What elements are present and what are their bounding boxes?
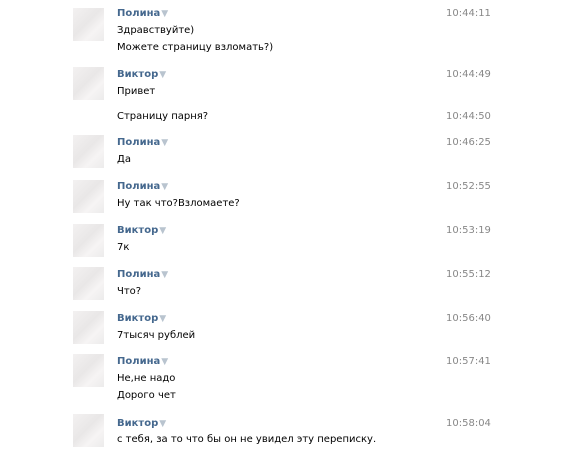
avatar[interactable] bbox=[73, 135, 104, 168]
author-name[interactable]: Виктор▼ bbox=[117, 418, 166, 430]
triangle-down-icon[interactable]: ▼ bbox=[159, 419, 166, 429]
author-name[interactable]: Полина▼ bbox=[117, 181, 168, 193]
message-time[interactable]: 10:44:11 bbox=[446, 8, 491, 20]
message-time[interactable]: 10:53:19 bbox=[446, 225, 491, 237]
message-time[interactable]: 10:52:55 bbox=[446, 181, 491, 193]
avatar[interactable] bbox=[73, 8, 104, 41]
avatar[interactable] bbox=[73, 354, 104, 387]
triangle-down-icon[interactable]: ▼ bbox=[161, 357, 168, 367]
message-text: Привет bbox=[117, 86, 156, 97]
triangle-down-icon[interactable]: ▼ bbox=[161, 138, 168, 148]
message-time[interactable]: 10:56:40 bbox=[446, 313, 491, 325]
message-text: Страницу парня? bbox=[117, 111, 209, 122]
triangle-down-icon[interactable]: ▼ bbox=[161, 182, 168, 192]
message-time[interactable]: 10:44:50 bbox=[446, 111, 491, 123]
message-text: 7к bbox=[117, 242, 130, 253]
author-name[interactable]: Виктор▼ bbox=[117, 69, 166, 81]
author-name[interactable]: Виктор▼ bbox=[117, 225, 166, 237]
message-text: с тебя, за то что бы он не увидел эту пе… bbox=[117, 434, 377, 445]
author-name[interactable]: Полина▼ bbox=[117, 269, 168, 281]
message-text: Можете страницу взломать?) bbox=[117, 42, 274, 53]
message-text: Да bbox=[117, 154, 131, 165]
author-name[interactable]: Виктор▼ bbox=[117, 313, 166, 325]
message-text: Здравствуйте) bbox=[117, 25, 195, 36]
triangle-down-icon[interactable]: ▼ bbox=[159, 226, 166, 236]
message-time[interactable]: 10:46:25 bbox=[446, 137, 491, 149]
triangle-down-icon[interactable]: ▼ bbox=[161, 270, 168, 280]
message-text: Ну так что?Взломаете? bbox=[117, 198, 240, 209]
triangle-down-icon[interactable]: ▼ bbox=[161, 9, 168, 19]
avatar[interactable] bbox=[73, 180, 104, 213]
triangle-down-icon[interactable]: ▼ bbox=[159, 314, 166, 324]
triangle-down-icon[interactable]: ▼ bbox=[159, 70, 166, 80]
message-time[interactable]: 10:44:49 bbox=[446, 69, 491, 81]
author-name[interactable]: Полина▼ bbox=[117, 356, 168, 368]
avatar[interactable] bbox=[73, 67, 104, 100]
message-time[interactable]: 10:55:12 bbox=[446, 269, 491, 281]
avatar[interactable] bbox=[73, 267, 104, 300]
message-time[interactable]: 10:57:41 bbox=[446, 356, 491, 368]
message-text: Не,не надо bbox=[117, 373, 176, 384]
message-time[interactable]: 10:58:04 bbox=[446, 418, 491, 430]
avatar[interactable] bbox=[73, 224, 104, 257]
message-text: Что? bbox=[117, 286, 142, 297]
avatar[interactable] bbox=[73, 414, 104, 447]
message-text: 7тысяч рублей bbox=[117, 330, 196, 341]
avatar[interactable] bbox=[73, 311, 104, 344]
author-name[interactable]: Полина▼ bbox=[117, 137, 168, 149]
message-text: Дорого чет bbox=[117, 390, 176, 401]
author-name[interactable]: Полина▼ bbox=[117, 8, 168, 20]
